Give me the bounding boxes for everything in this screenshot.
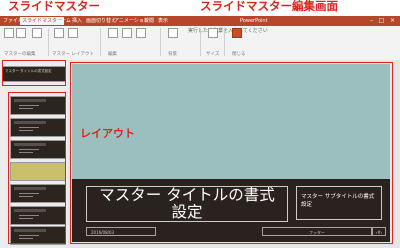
background-styles-icon[interactable] xyxy=(168,28,178,38)
close-icon[interactable]: × xyxy=(389,17,396,24)
separator xyxy=(160,28,161,56)
themes-icon[interactable] xyxy=(108,28,118,38)
tab-transitions[interactable]: 画面切り替え xyxy=(86,17,116,25)
tab-home[interactable]: ホーム xyxy=(56,17,71,25)
fonts-icon[interactable] xyxy=(136,28,146,38)
ribbon-tab-bar: ファイル スライドマスター ホーム 挿入 画面切り替え アニメーション 校閲 表… xyxy=(0,16,400,26)
insert-layout-icon[interactable] xyxy=(16,28,26,38)
ribbon: ファイル スライドマスター ホーム 挿入 画面切り替え アニメーション 校閲 表… xyxy=(0,16,400,60)
colors-icon[interactable] xyxy=(122,28,132,38)
separator xyxy=(200,28,201,56)
annotation-layout: レイアウト xyxy=(80,127,135,140)
separator xyxy=(48,28,49,56)
group-edit-theme: 編集 xyxy=(108,52,117,57)
annotation-slide-master-editor: スライドマスター編集画面 xyxy=(200,0,338,13)
minimize-icon[interactable]: – xyxy=(368,17,375,24)
close-master-view-icon[interactable] xyxy=(232,28,242,38)
maximize-icon[interactable]: □ xyxy=(378,17,385,24)
tab-review[interactable]: 校閲 xyxy=(144,17,154,25)
separator xyxy=(224,28,225,56)
group-master-layout: マスター レイアウト xyxy=(52,52,94,57)
group-edit-master: マスターの編集 xyxy=(4,52,36,57)
master-layout-icon[interactable] xyxy=(54,28,64,38)
group-size: サイズ xyxy=(206,52,220,57)
insert-placeholder-icon[interactable] xyxy=(68,28,78,38)
group-background: 背景 xyxy=(168,52,177,57)
slide-size-icon[interactable] xyxy=(208,28,218,38)
tab-insert[interactable]: 挿入 xyxy=(72,17,82,25)
separator xyxy=(100,28,101,56)
window-title: PowerPoint xyxy=(240,18,268,24)
slide-master-highlight xyxy=(2,60,66,86)
layout-highlight xyxy=(8,92,66,244)
delete-icon[interactable] xyxy=(32,28,42,38)
annotation-slide-master: スライドマスター xyxy=(8,0,100,13)
tab-view[interactable]: 表示 xyxy=(158,17,168,25)
insert-slide-master-icon[interactable] xyxy=(4,28,14,38)
editor-highlight xyxy=(70,62,393,244)
group-close: 閉じる xyxy=(232,52,246,57)
